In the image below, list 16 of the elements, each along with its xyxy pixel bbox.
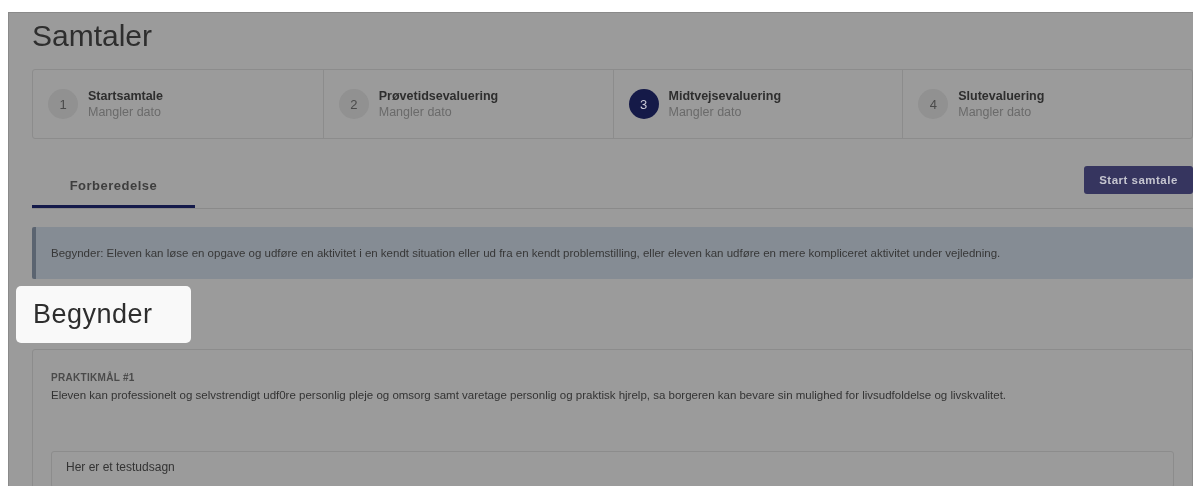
level-heading: Begynder (33, 299, 153, 330)
banner-text: Begynder: Eleven kan løse en opgave og udføre en aktivitet i en kendt situation eller ud fra en kendt problemstilling, eller eleven kan udføre en mere kompliceret aktivitet under vejledning. (51, 247, 1001, 259)
goal-label: PRAKTIKMÅL #1 (51, 372, 136, 383)
start-button[interactable]: Start samtale (1084, 166, 1193, 194)
step-number: 3 (628, 89, 659, 119)
step-title: Midtvejsevaluering (668, 89, 782, 103)
step-title: Slutevaluering (958, 89, 1045, 103)
step-number: 1 (48, 89, 78, 119)
step-number: 2 (338, 89, 369, 119)
step-number: 4 (918, 89, 949, 119)
statement-field[interactable]: Her er et testudsagn (51, 451, 1174, 486)
step-title: Startsamtale (88, 89, 164, 103)
page-title: Samtaler (32, 18, 154, 54)
goal-text: Eleven kan professionelt og selvstrendigt udf0re personlig pleje og omsorg samt varetage personlig og praktisk hjrelp, sa borgeren kan bevare sin mulighed for livsudfoldelse og livskvalitet. (51, 389, 1008, 401)
step-title: Prøvetidsevaluering (378, 89, 499, 103)
tab[interactable]: Forberedelse (32, 166, 195, 208)
